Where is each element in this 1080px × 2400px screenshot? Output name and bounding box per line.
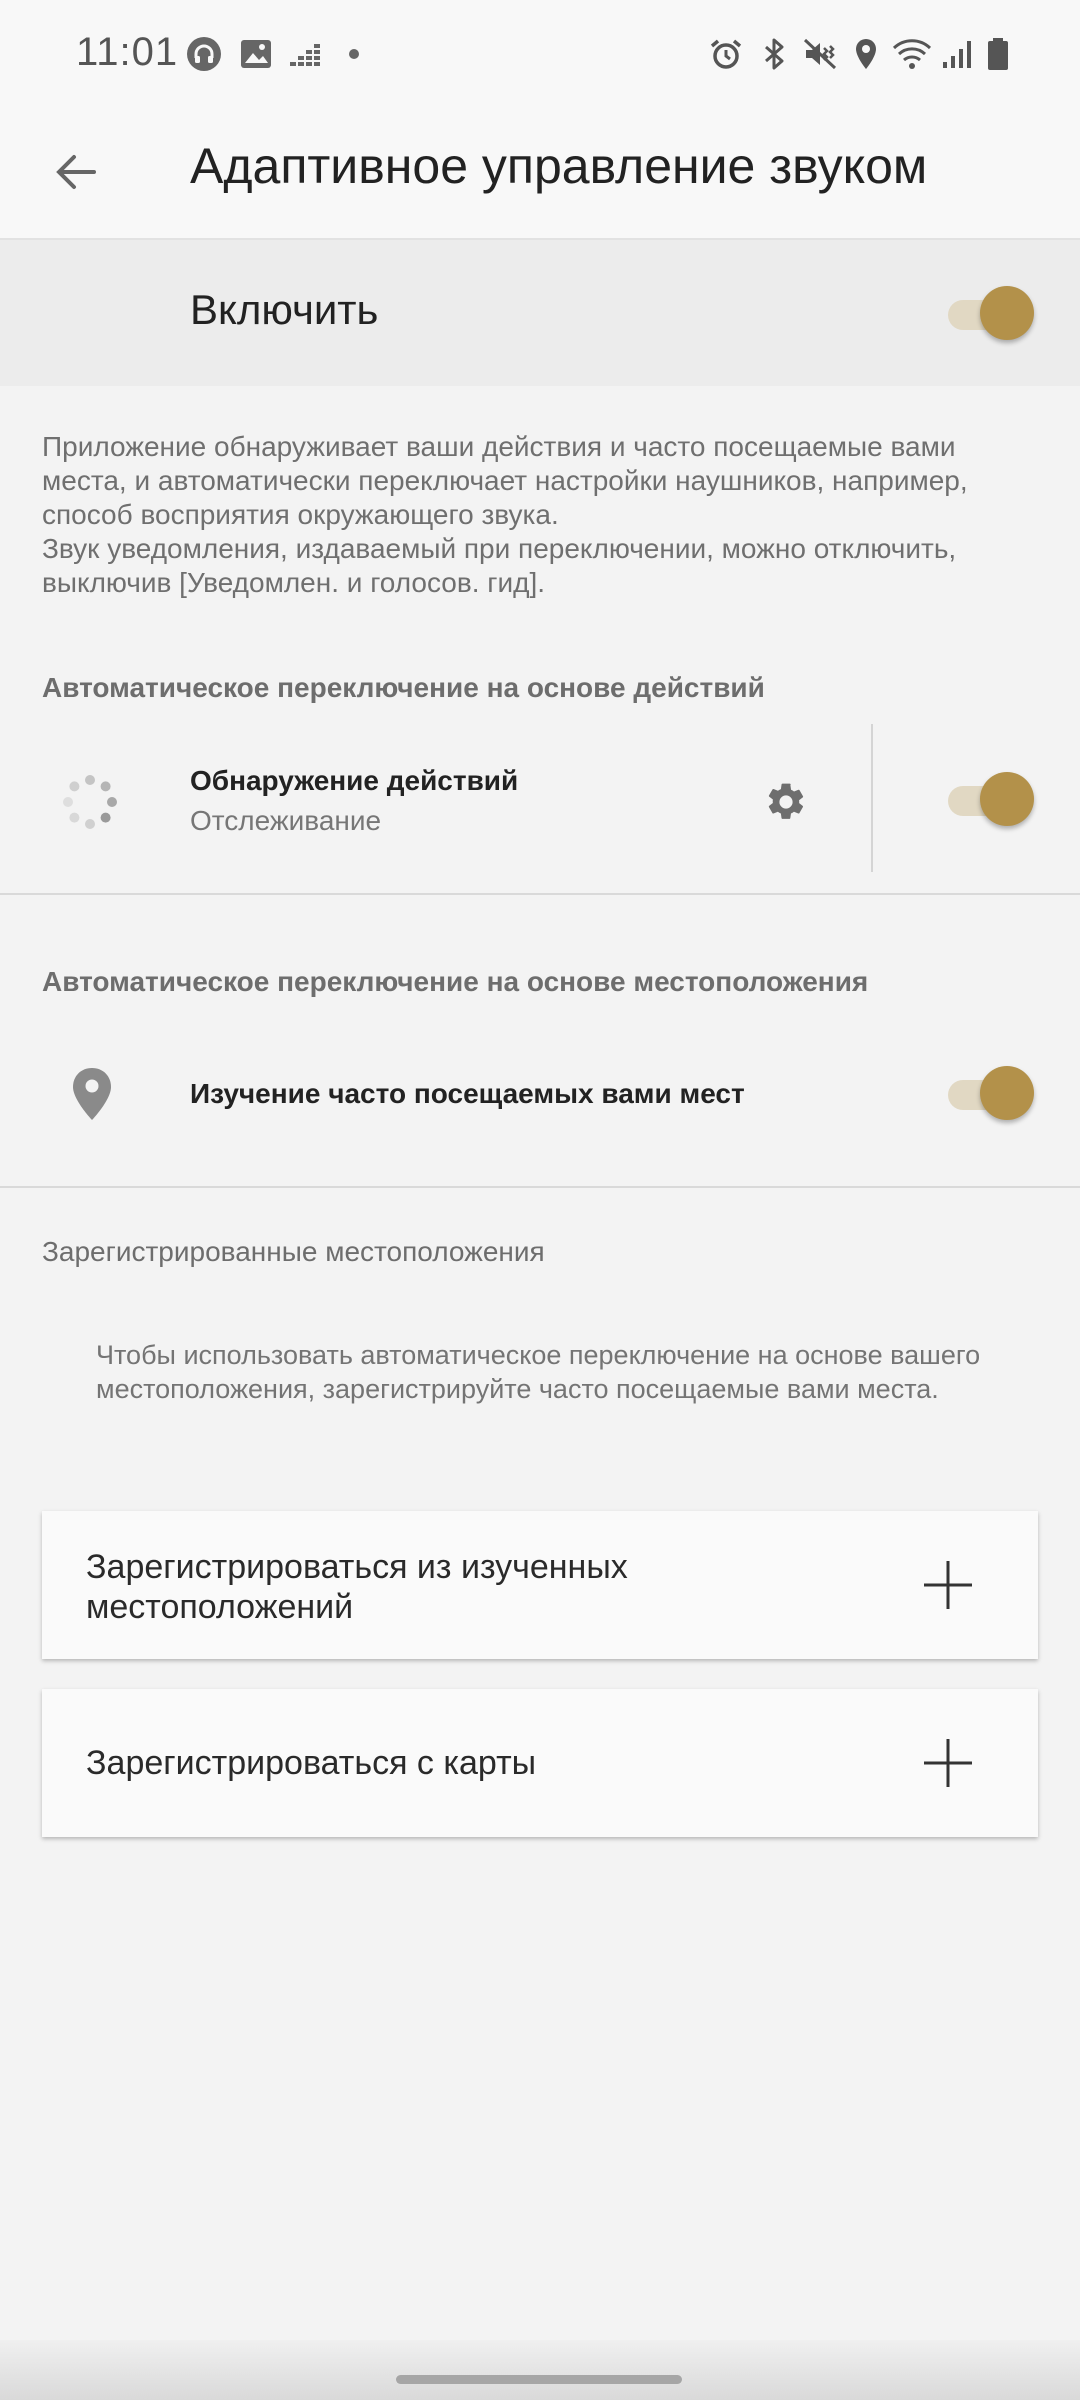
activity-spinner-icon [60, 772, 120, 832]
equalizer-icon [288, 36, 324, 72]
registered-locations-hint: Чтобы использовать автоматическое перекл… [96, 1340, 981, 1404]
home-gesture-handle[interactable] [396, 2375, 682, 2384]
plus-icon [922, 1737, 974, 1789]
register-from-learned-label: Зарегистрироваться из изученных местопол… [86, 1548, 628, 1626]
row-divider [871, 724, 873, 872]
description-text: Приложение обнаруживает ваши действия и … [42, 431, 968, 530]
status-time: 11:01 [76, 30, 179, 74]
more-notifications-dot-icon [340, 36, 376, 72]
alarm-icon [708, 36, 744, 72]
register-from-map-label: Зарегистрироваться с карты [86, 1744, 537, 1782]
master-toggle-switch[interactable] [944, 286, 1034, 340]
register-from-learned-button[interactable]: Зарегистрироваться из изученных местопол… [42, 1511, 1038, 1659]
feature-description: Приложение обнаруживает ваши действия и … [42, 430, 1042, 600]
mute-vibrate-icon [802, 36, 838, 72]
arrow-left-icon [56, 155, 96, 189]
plus-icon [922, 1559, 974, 1611]
location-status-icon [848, 36, 884, 72]
status-bar: 11:01 [0, 0, 1080, 110]
description-note: Звук уведомления, издаваемый при переклю… [42, 533, 957, 598]
signal-icon [940, 36, 976, 72]
section-divider [0, 1186, 1080, 1188]
learn-places-toggle[interactable] [944, 1066, 1034, 1120]
headphones-app-icon [186, 36, 222, 72]
section-divider [0, 893, 1080, 895]
master-toggle-row[interactable]: Включить [0, 240, 1080, 386]
learn-places-title: Изучение часто посещаемых вами мест [190, 1078, 745, 1109]
register-from-map-button[interactable]: Зарегистрироваться с карты [42, 1689, 1038, 1837]
page-title: Адаптивное управление звуком [190, 138, 928, 194]
navigation-bar [0, 2340, 1080, 2400]
actions-section-header: Автоматическое переключение на основе де… [42, 672, 765, 703]
master-toggle-label: Включить [190, 286, 379, 333]
activity-detection-title: Обнаружение действий [190, 765, 519, 796]
gallery-icon [238, 36, 274, 72]
activity-detection-status: Отслеживание [190, 805, 382, 836]
gear-icon[interactable] [764, 780, 808, 824]
app-bar: Адаптивное управление звуком [0, 110, 1080, 240]
activity-detection-toggle[interactable] [944, 772, 1034, 826]
location-pin-icon [68, 1066, 116, 1122]
back-button[interactable] [44, 140, 108, 204]
screen: 11:01 Адаптивное управление звуком Включ… [0, 0, 1080, 2400]
bluetooth-icon [756, 36, 792, 72]
wifi-icon [892, 36, 932, 72]
location-section-header: Автоматическое переключение на основе ме… [42, 966, 869, 997]
battery-icon [980, 36, 1016, 72]
registered-locations-label: Зарегистрированные местоположения [42, 1236, 545, 1267]
